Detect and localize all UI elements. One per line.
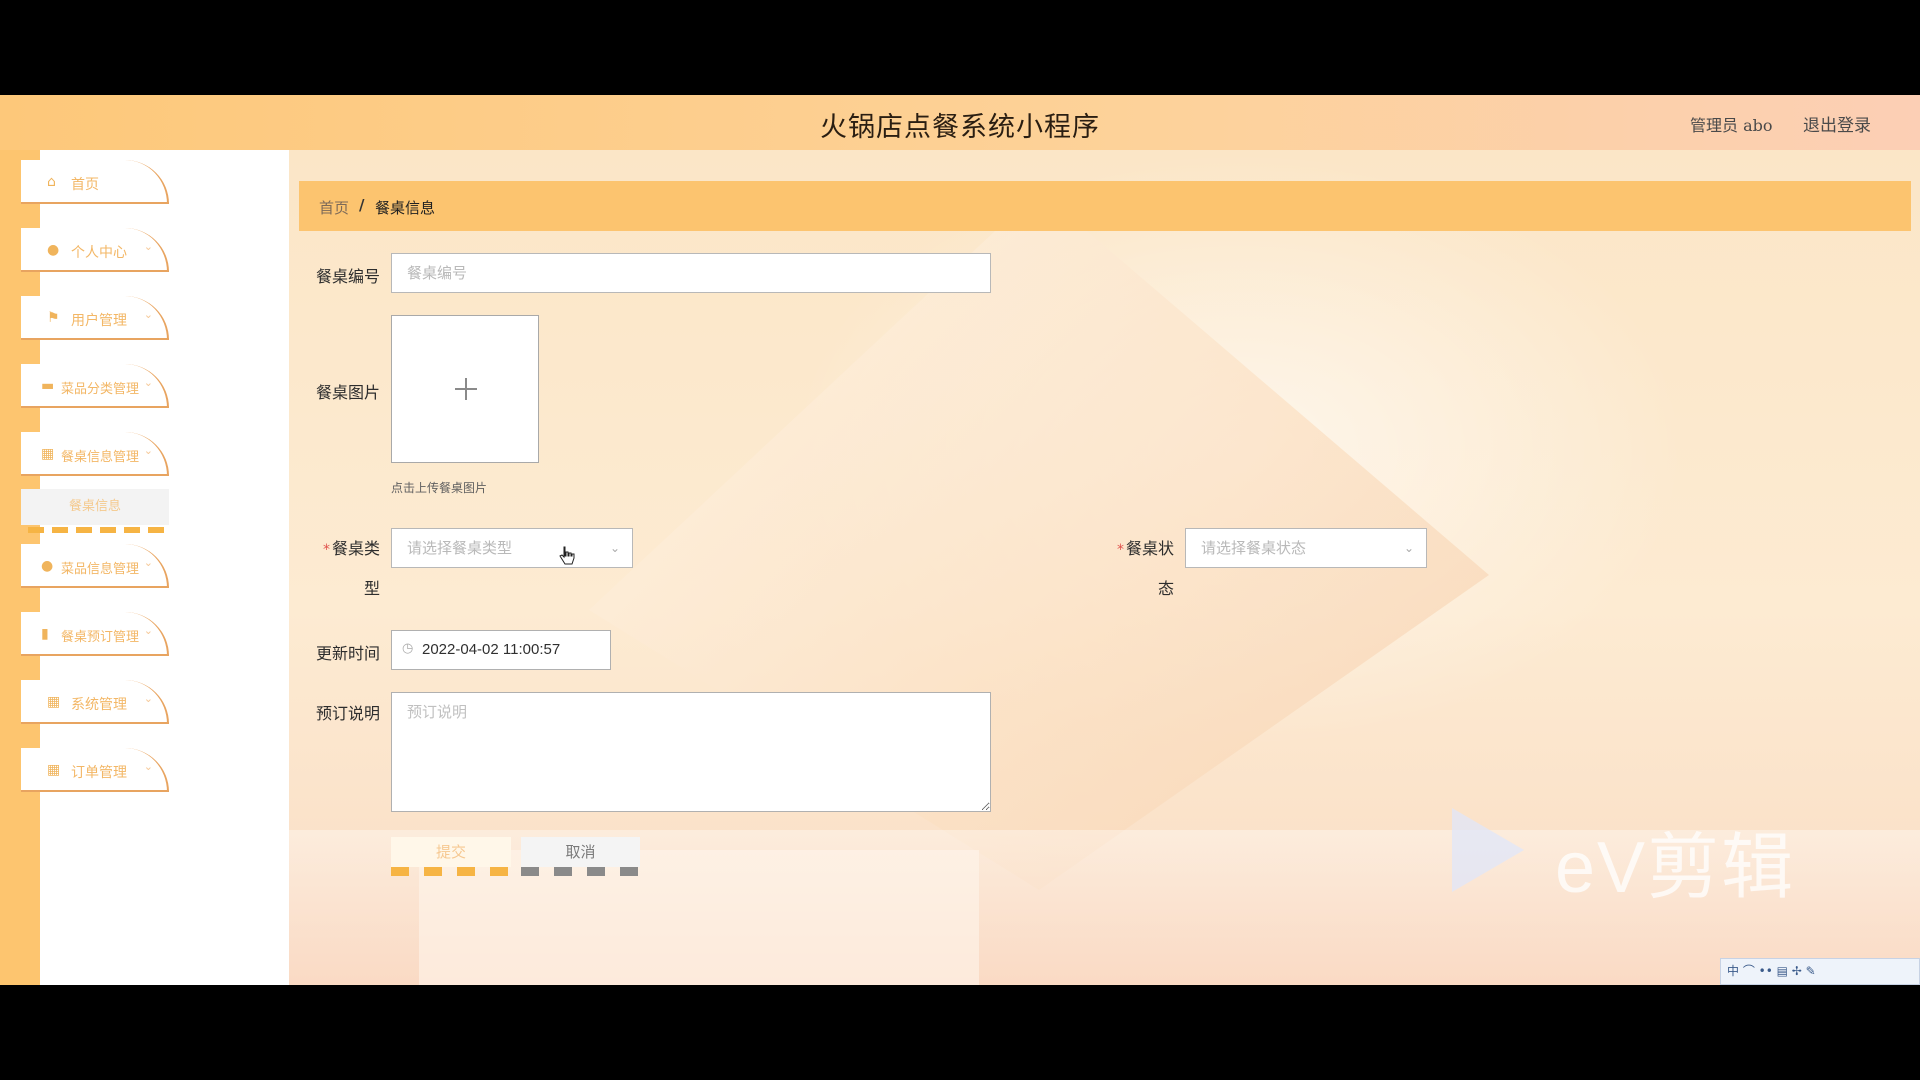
sidebar: ⌂ 首页 ● 个人中心 ⌄ ⚑ 用户管理 ⌄ ▬ 菜品分类管理 ⌄ ▦ 餐桌信息… xyxy=(0,150,289,985)
watermark-text: eV剪辑 xyxy=(1555,828,1796,908)
sidebar-item-system[interactable]: ▦ 系统管理 ⌄ xyxy=(21,680,169,724)
table-status-select[interactable]: 请选择餐桌状态 ⌄ xyxy=(1185,528,1427,568)
sidebar-item-orders[interactable]: ▦ 订单管理 ⌄ xyxy=(21,748,169,792)
image-upload[interactable] xyxy=(391,315,539,463)
breadcrumb-current: 餐桌信息 xyxy=(375,199,436,217)
home-icon: ⌂ xyxy=(47,174,56,190)
chevron-down-icon: ⌄ xyxy=(143,308,153,321)
active-indicator xyxy=(28,527,170,533)
sidebar-item-label: 菜品信息管理 xyxy=(61,562,140,577)
sidebar-item-profile[interactable]: ● 个人中心 ⌄ xyxy=(21,228,169,272)
update-time-value: 2022-04-02 11:00:57 xyxy=(422,641,561,658)
apps-icon: ▦ xyxy=(47,694,61,710)
sidebar-item-label: 餐桌信息管理 xyxy=(61,450,140,465)
sidebar-subitem-table-info[interactable]: 餐桌信息 xyxy=(21,489,169,525)
sidebar-item-label: 首页 xyxy=(71,177,99,193)
user-icon: ● xyxy=(47,242,60,258)
select-placeholder: 请选择餐桌类型 xyxy=(407,539,513,557)
cancel-button[interactable]: 取消 xyxy=(521,837,640,867)
breadcrumb-separator: / xyxy=(359,196,365,214)
table-no-label: 餐桌编号 xyxy=(315,267,380,286)
table-status-label: * 餐桌状 xyxy=(1116,539,1174,558)
table-type-select[interactable]: 请选择餐桌类型 ⌄ xyxy=(391,528,633,568)
table-image-label: 餐桌图片 xyxy=(315,383,380,402)
required-mark: * xyxy=(322,542,330,558)
select-placeholder: 请选择餐桌状态 xyxy=(1201,539,1307,557)
logout-link[interactable]: 退出登录 xyxy=(1803,111,1871,136)
sidebar-item-users[interactable]: ⚑ 用户管理 ⌄ xyxy=(21,296,169,340)
cancel-button-underline xyxy=(521,867,641,876)
submit-button[interactable]: 提交 xyxy=(391,837,511,867)
sidebar-item-dish-category[interactable]: ▬ 菜品分类管理 ⌄ xyxy=(21,364,169,408)
chevron-down-icon: ⌄ xyxy=(143,556,153,569)
chevron-down-icon: ⌄ xyxy=(143,760,153,773)
chevron-down-icon: ⌄ xyxy=(609,541,620,555)
note-textarea[interactable] xyxy=(391,692,991,812)
chat-icon: ▬ xyxy=(41,378,55,394)
bar-chart-icon: ▮ xyxy=(41,626,49,642)
update-time-label: 更新时间 xyxy=(315,644,380,663)
table-type-label: * 餐桌类 xyxy=(322,539,380,558)
sidebar-item-table-info[interactable]: ▦ 餐桌信息管理 ⌄ xyxy=(21,432,169,476)
top-header: 火锅店点餐系统小程序 管理员 abo 退出登录 xyxy=(0,95,1920,150)
required-mark: * xyxy=(1116,542,1124,558)
table-status-label-wrap: 态 xyxy=(1157,579,1174,598)
chevron-down-icon: ⌄ xyxy=(143,692,153,705)
current-user: 管理员 abo xyxy=(1690,116,1773,135)
chevron-down-icon: ⌄ xyxy=(143,444,153,457)
chevron-down-icon: ⌄ xyxy=(1403,541,1414,555)
sidebar-item-label: 餐桌预订管理 xyxy=(61,630,140,645)
sidebar-item-label: 订单管理 xyxy=(71,765,127,781)
upload-hint: 点击上传餐桌图片 xyxy=(391,481,488,495)
update-time-picker[interactable]: ◷ 2022-04-02 11:00:57 xyxy=(391,630,611,670)
sidebar-item-label: 个人中心 xyxy=(71,245,127,261)
ime-toolbar[interactable]: 中 ⌒ •• ▤ ✢ ✎ xyxy=(1720,958,1920,985)
apps-icon: ▦ xyxy=(47,762,61,778)
chevron-down-icon: ⌄ xyxy=(143,240,153,253)
breadcrumb-home[interactable]: 首页 xyxy=(319,197,349,218)
grid-icon: ▦ xyxy=(41,446,55,462)
sidebar-item-table-booking[interactable]: ▮ 餐桌预订管理 ⌄ xyxy=(21,612,169,656)
note-label: 预订说明 xyxy=(315,704,380,723)
sidebar-item-label: 用户管理 xyxy=(71,313,127,329)
sidebar-item-label: 系统管理 xyxy=(71,697,127,713)
location-icon: ● xyxy=(41,558,54,574)
breadcrumb: 首页 / 餐桌信息 xyxy=(299,181,1911,231)
submit-button-underline xyxy=(391,867,511,876)
hand-cursor-icon xyxy=(559,546,575,565)
clock-icon: ◷ xyxy=(402,641,414,656)
app-title: 火锅店点餐系统小程序 xyxy=(820,112,1100,143)
sidebar-item-label: 菜品分类管理 xyxy=(61,382,140,397)
sidebar-item-home[interactable]: ⌂ 首页 xyxy=(21,160,169,204)
watermark-play-icon xyxy=(1452,808,1524,892)
table-no-input[interactable]: 餐桌编号 xyxy=(391,253,991,293)
chevron-down-icon: ⌄ xyxy=(143,376,153,389)
chevron-down-icon: ⌄ xyxy=(143,624,153,637)
flag-icon: ⚑ xyxy=(47,310,60,326)
sidebar-item-dish-info[interactable]: ● 菜品信息管理 ⌄ xyxy=(21,544,169,588)
table-type-label-wrap: 型 xyxy=(363,579,380,598)
